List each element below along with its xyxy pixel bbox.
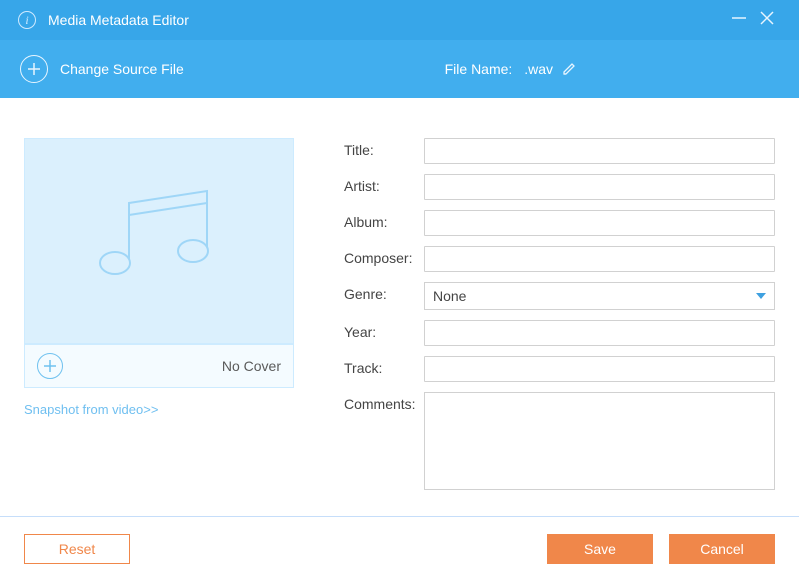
no-cover-label: No Cover: [222, 358, 281, 374]
form-column: Title: Artist: Album: Composer: Genre: N…: [344, 138, 775, 506]
track-label: Track:: [344, 356, 424, 376]
genre-select-value: None: [433, 288, 466, 304]
main-area: No Cover Snapshot from video>> Title: Ar…: [0, 98, 799, 516]
genre-select[interactable]: None: [424, 282, 775, 310]
file-name-block: File Name: .wav: [445, 59, 579, 80]
plus-circle-icon: [20, 55, 48, 83]
cover-art-placeholder: [24, 138, 294, 344]
toolbar: Change Source File File Name: .wav: [0, 40, 799, 98]
titlebar: i Media Metadata Editor: [0, 0, 799, 40]
cover-footer: No Cover: [24, 344, 294, 388]
year-label: Year:: [344, 320, 424, 340]
year-input[interactable]: [424, 320, 775, 346]
minimize-button[interactable]: [725, 9, 753, 32]
add-cover-button[interactable]: [37, 353, 63, 379]
snapshot-from-video-link[interactable]: Snapshot from video>>: [24, 402, 294, 417]
close-button[interactable]: [753, 9, 781, 32]
artist-input[interactable]: [424, 174, 775, 200]
edit-filename-button[interactable]: [561, 59, 579, 80]
chevron-down-icon: [756, 293, 766, 299]
album-label: Album:: [344, 210, 424, 230]
footer: Reset Save Cancel: [0, 516, 799, 580]
comments-label: Comments:: [344, 392, 424, 412]
title-input[interactable]: [424, 138, 775, 164]
album-input[interactable]: [424, 210, 775, 236]
cancel-button[interactable]: Cancel: [669, 534, 775, 564]
title-label: Title:: [344, 138, 424, 158]
artist-label: Artist:: [344, 174, 424, 194]
change-source-file-button[interactable]: Change Source File: [20, 55, 184, 83]
composer-label: Composer:: [344, 246, 424, 266]
reset-button[interactable]: Reset: [24, 534, 130, 564]
info-icon: i: [18, 11, 36, 29]
track-input[interactable]: [424, 356, 775, 382]
file-name-label: File Name:: [445, 61, 513, 77]
music-note-icon: [89, 181, 229, 301]
cover-column: No Cover Snapshot from video>>: [24, 138, 294, 506]
save-button[interactable]: Save: [547, 534, 653, 564]
change-source-file-label: Change Source File: [60, 61, 184, 77]
comments-textarea[interactable]: [424, 392, 775, 490]
composer-input[interactable]: [424, 246, 775, 272]
file-name-value: .wav: [524, 61, 553, 77]
genre-label: Genre:: [344, 282, 424, 302]
app-title: Media Metadata Editor: [48, 12, 189, 28]
